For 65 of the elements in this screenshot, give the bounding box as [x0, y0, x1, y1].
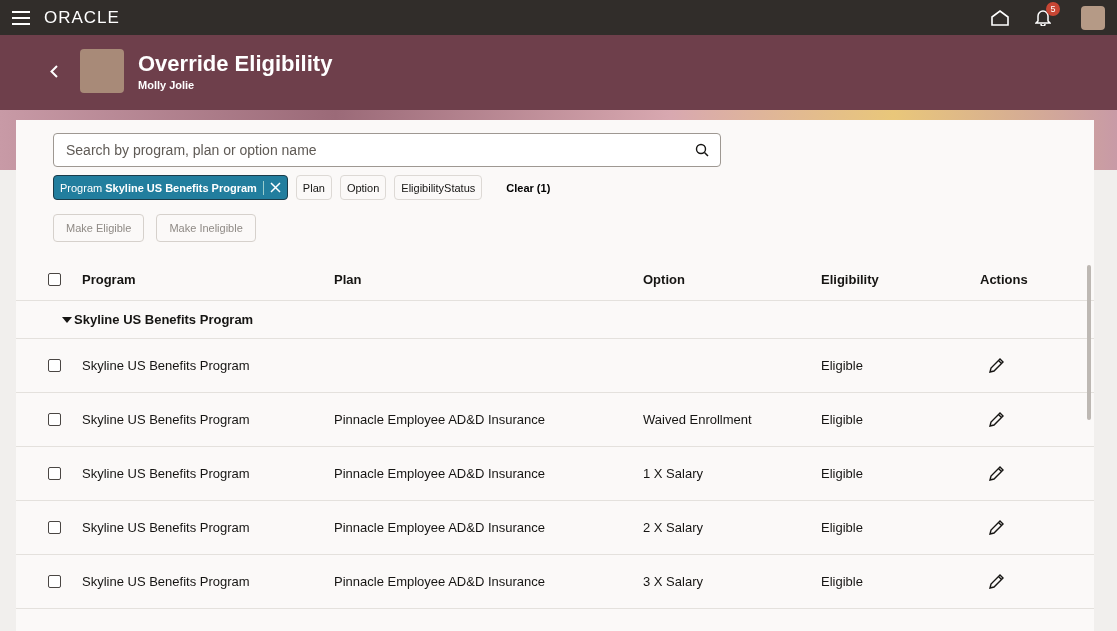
- edit-button[interactable]: [988, 519, 1005, 536]
- page-title: Override Eligibility: [138, 51, 333, 77]
- caret-icon: [62, 316, 72, 323]
- pencil-icon: [988, 519, 1005, 536]
- search-icon: [695, 143, 709, 157]
- row-checkbox[interactable]: [48, 413, 61, 426]
- clear-filters-button[interactable]: Clear (1): [500, 180, 557, 195]
- pencil-icon: [988, 357, 1005, 374]
- column-header: Eligibility: [821, 271, 880, 287]
- notifications-button[interactable]: [1035, 9, 1051, 26]
- edit-button[interactable]: [988, 573, 1005, 590]
- search-button[interactable]: [695, 143, 709, 157]
- expand-toggle[interactable]: [62, 316, 72, 323]
- edit-button[interactable]: [988, 411, 1005, 428]
- row-checkbox[interactable]: [48, 521, 61, 534]
- notification-count: 5: [1046, 2, 1060, 16]
- edit-button[interactable]: [988, 465, 1005, 482]
- filter-chip[interactable]: Plan: [295, 175, 332, 200]
- filter-chip[interactable]: Option: [339, 175, 387, 200]
- table-cell-text: Skyline US Benefits Program: [82, 466, 251, 481]
- table-cell-text: Eligible: [821, 520, 864, 535]
- photo-placeholder: [80, 49, 124, 93]
- user-avatar[interactable]: [1081, 5, 1105, 30]
- home-button[interactable]: [991, 9, 1009, 26]
- group-label: Skyline US Benefits Program: [74, 312, 254, 327]
- select-all-checkbox[interactable]: [48, 272, 61, 286]
- menu-icon: [12, 10, 30, 25]
- bell-icon: [1035, 9, 1051, 26]
- row-checkbox[interactable]: [48, 575, 61, 588]
- edit-button[interactable]: [988, 357, 1005, 374]
- table-cell-text: 2 X Salary: [643, 520, 704, 535]
- menu-button[interactable]: [12, 10, 30, 25]
- column-header: Program: [82, 271, 137, 287]
- table-cell-text: Skyline US Benefits Program: [82, 358, 251, 373]
- logo-text: ORACLE: [44, 7, 120, 28]
- table-cell-text: Waived Enrollment: [643, 412, 753, 427]
- table-cell-text: 1 X Salary: [643, 466, 704, 481]
- back-button[interactable]: [50, 64, 58, 78]
- employee-name: Molly Jolie: [138, 79, 196, 91]
- back-icon: [50, 64, 58, 78]
- row-checkbox[interactable]: [48, 359, 61, 372]
- table-cell-text: 3 X Salary: [643, 574, 704, 589]
- pencil-icon: [988, 465, 1005, 482]
- pencil-icon: [988, 411, 1005, 428]
- table-cell-text: Skyline US Benefits Program: [82, 574, 251, 589]
- table-cell-text: Eligible: [821, 466, 864, 481]
- home-icon: [991, 9, 1009, 26]
- search-field[interactable]: Search by program, plan or option name: [53, 133, 721, 167]
- pencil-icon: [988, 573, 1005, 590]
- table-cell-text: Eligible: [821, 574, 864, 589]
- filter-chip[interactable]: EligibilityStatus: [394, 175, 483, 200]
- table-cell-text: Pinnacle Employee AD&D Insurance: [334, 466, 546, 481]
- column-header: Actions: [980, 271, 1029, 287]
- table-cell-text: Pinnacle Employee AD&D Insurance: [334, 574, 546, 589]
- close-icon: [269, 182, 281, 193]
- table-cell-text: Skyline US Benefits Program: [82, 520, 251, 535]
- column-header: Option: [643, 271, 686, 287]
- table-cell-text: Eligible: [821, 412, 864, 427]
- row-checkbox[interactable]: [48, 467, 61, 480]
- filter-chip[interactable]: Program Skyline US Benefits Program: [53, 175, 288, 200]
- table-cell-text: Pinnacle Employee AD&D Insurance: [334, 412, 546, 427]
- table-cell-text: Pinnacle Employee AD&D Insurance: [334, 520, 546, 535]
- column-header: Plan: [334, 271, 363, 287]
- table-cell-text: Skyline US Benefits Program: [82, 412, 251, 427]
- table-cell-text: Eligible: [821, 358, 864, 373]
